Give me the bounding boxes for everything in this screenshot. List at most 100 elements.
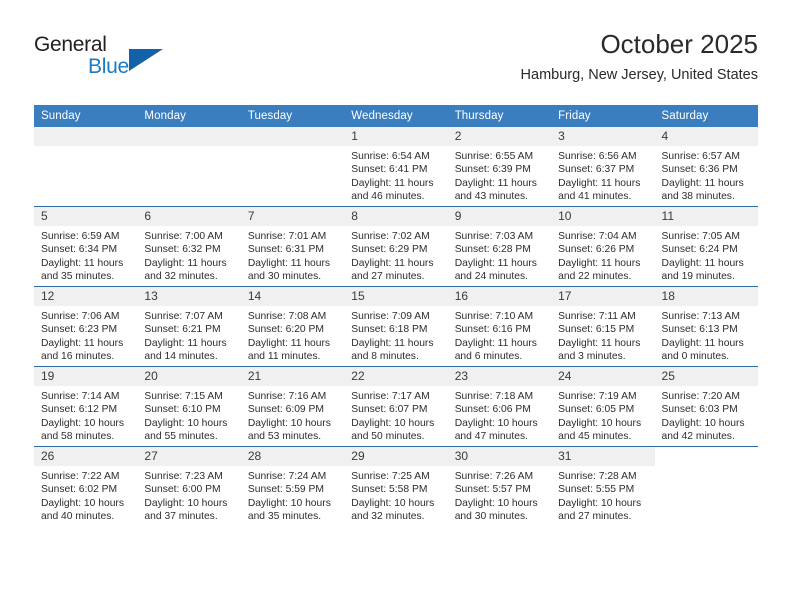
day-details: Sunrise: 6:59 AM Sunset: 6:34 PM Daylight:… — [34, 226, 137, 283]
sunrise-time: Sunrise: 7:01 AM — [247, 231, 327, 242]
sunset-time: Sunset: 6:05 PM — [558, 404, 635, 416]
calendar-day-cell[interactable]: 3 Sunrise: 6:56 AM Sunset: 6:37 PM Daylight… — [551, 127, 655, 207]
day-number: 11 — [654, 207, 758, 226]
calendar-day-cell[interactable]: 15 Sunrise: 7:09 AM Sunset: 6:18 PM Dayligh… — [344, 286, 448, 367]
calendar-day-cell[interactable]: 10 Sunrise: 7:04 AM Sunset: 6:26 PM Dayligh… — [551, 206, 655, 287]
brand-blue-text: Blue — [88, 55, 129, 78]
calendar-body: 1 Sunrise: 6:54 AM Sunset: 6:41 PM Daylight… — [34, 127, 758, 526]
day-number: 7 — [240, 207, 345, 226]
calendar-day-cell[interactable]: 2 Sunrise: 6:55 AM Sunset: 6:39 PM Daylight… — [447, 127, 552, 207]
sunset-time: Sunset: 6:34 PM — [41, 244, 118, 256]
calendar-day-cell[interactable]: 8 Sunrise: 7:02 AM Sunset: 6:29 PM Daylight… — [344, 206, 448, 287]
sunrise-time: Sunrise: 7:09 AM — [351, 311, 430, 322]
sunset-time: Sunset: 6:24 PM — [661, 244, 738, 256]
calendar-day-cell[interactable]: 9 Sunrise: 7:03 AM Sunset: 6:28 PM Daylight… — [447, 206, 552, 287]
calendar-day-cell[interactable]: 14 Sunrise: 7:08 AM Sunset: 6:20 PM Dayligh… — [240, 286, 345, 367]
calendar-day-cell[interactable]: 1 Sunrise: 6:54 AM Sunset: 6:41 PM Daylight… — [344, 127, 448, 207]
calendar-day-cell[interactable]: 23 Sunrise: 7:18 AM Sunset: 6:06 PM Dayligh… — [447, 366, 552, 447]
calendar-day-cell[interactable]: 28 Sunrise: 7:24 AM Sunset: 5:59 PM Dayligh… — [240, 446, 345, 526]
daylight-duration-line1: Daylight: 10 hours — [454, 417, 538, 429]
sunset-time: Sunset: 6:36 PM — [661, 164, 738, 176]
day-number: 17 — [551, 287, 655, 306]
daylight-duration-line1: Daylight: 11 hours — [247, 337, 331, 349]
calendar-day-cell[interactable]: 25 Sunrise: 7:20 AM Sunset: 6:03 PM Dayligh… — [654, 366, 758, 447]
daylight-duration-line2: and 32 minutes. — [144, 270, 218, 282]
calendar-day-cell[interactable]: 11 Sunrise: 7:05 AM Sunset: 6:24 PM Dayligh… — [654, 206, 758, 287]
sunset-time: Sunset: 6:00 PM — [144, 484, 221, 496]
calendar-day-cell[interactable]: 7 Sunrise: 7:01 AM Sunset: 6:31 PM Daylight… — [240, 206, 345, 287]
daylight-duration-line2: and 50 minutes. — [351, 430, 425, 442]
day-details: Sunrise: 7:26 AM Sunset: 5:57 PM Daylight:… — [448, 466, 551, 523]
calendar-week-row: 26 Sunrise: 7:22 AM Sunset: 6:02 PM Dayligh… — [34, 446, 758, 526]
calendar-day-cell[interactable]: 21 Sunrise: 7:16 AM Sunset: 6:09 PM Dayligh… — [240, 366, 345, 447]
weekday-header-monday: Monday — [137, 105, 241, 127]
calendar-day-cell[interactable]: 20 Sunrise: 7:15 AM Sunset: 6:10 PM Dayligh… — [137, 366, 241, 447]
calendar-day-cell[interactable]: 5 Sunrise: 6:59 AM Sunset: 6:34 PM Daylight… — [34, 206, 138, 287]
calendar-day-cell[interactable]: 27 Sunrise: 7:23 AM Sunset: 6:00 PM Dayligh… — [137, 446, 241, 526]
weekday-header-friday: Friday — [551, 105, 655, 127]
calendar-day-cell[interactable]: 12 Sunrise: 7:06 AM Sunset: 6:23 PM Dayligh… — [34, 286, 138, 367]
sunrise-time: Sunrise: 7:00 AM — [144, 231, 223, 242]
sunset-time: Sunset: 6:31 PM — [247, 244, 324, 256]
day-details: Sunrise: 7:17 AM Sunset: 6:07 PM Daylight:… — [344, 386, 447, 443]
sunset-time: Sunset: 5:59 PM — [247, 484, 324, 496]
daylight-duration-line2: and 38 minutes. — [661, 190, 735, 202]
day-details: Sunrise: 7:20 AM Sunset: 6:03 PM Daylight:… — [655, 386, 758, 443]
sunrise-time: Sunrise: 7:13 AM — [661, 311, 740, 322]
daylight-duration-line2: and 0 minutes. — [661, 350, 730, 362]
day-details: Sunrise: 7:19 AM Sunset: 6:05 PM Daylight:… — [551, 386, 654, 443]
day-number — [240, 127, 345, 146]
calendar-day-cell[interactable]: 6 Sunrise: 7:00 AM Sunset: 6:32 PM Daylight… — [137, 206, 241, 287]
calendar-day-cell[interactable]: 31 Sunrise: 7:28 AM Sunset: 5:55 PM Dayligh… — [551, 446, 655, 526]
daylight-duration-line2: and 8 minutes. — [351, 350, 419, 362]
day-number: 20 — [137, 367, 241, 386]
sunrise-time: Sunrise: 7:26 AM — [454, 471, 534, 482]
daylight-duration-line2: and 32 minutes. — [351, 510, 425, 522]
daylight-duration-line2: and 6 minutes. — [454, 350, 523, 362]
day-details: Sunrise: 7:08 AM Sunset: 6:20 PM Daylight:… — [241, 306, 344, 363]
sunrise-time: Sunrise: 7:18 AM — [454, 391, 534, 402]
calendar-day-cell[interactable]: 17 Sunrise: 7:11 AM Sunset: 6:15 PM Dayligh… — [551, 286, 655, 367]
calendar-day-cell[interactable]: 13 Sunrise: 7:07 AM Sunset: 6:21 PM Dayligh… — [137, 286, 241, 367]
day-details: Sunrise: 7:05 AM Sunset: 6:24 PM Daylight:… — [655, 226, 758, 283]
calendar-day-cell[interactable]: 26 Sunrise: 7:22 AM Sunset: 6:02 PM Dayligh… — [34, 446, 138, 526]
weekday-header-wednesday: Wednesday — [344, 105, 448, 127]
day-number — [655, 447, 758, 466]
sunrise-time: Sunrise: 7:14 AM — [41, 391, 120, 402]
sunrise-time: Sunrise: 7:23 AM — [144, 471, 223, 482]
sunrise-time: Sunrise: 6:56 AM — [558, 151, 637, 162]
sunrise-time: Sunrise: 7:25 AM — [351, 471, 430, 482]
day-number: 30 — [447, 447, 552, 466]
daylight-duration-line1: Daylight: 10 hours — [144, 417, 228, 429]
brand-logo[interactable]: General Blue — [34, 33, 234, 85]
daylight-duration-line2: and 42 minutes. — [661, 430, 735, 442]
sunset-time: Sunset: 6:15 PM — [558, 324, 635, 336]
daylight-duration-line1: Daylight: 11 hours — [41, 257, 124, 269]
calendar-day-cell[interactable]: 4 Sunrise: 6:57 AM Sunset: 6:36 PM Daylight… — [654, 127, 758, 207]
sunset-time: Sunset: 6:02 PM — [41, 484, 118, 496]
sunset-time: Sunset: 6:21 PM — [144, 324, 221, 336]
brand-triangle-icon — [129, 49, 163, 71]
calendar-day-cell[interactable]: 19 Sunrise: 7:14 AM Sunset: 6:12 PM Dayligh… — [34, 366, 138, 447]
calendar-day-cell[interactable]: 24 Sunrise: 7:19 AM Sunset: 6:05 PM Dayligh… — [551, 366, 655, 447]
daylight-duration-line1: Daylight: 10 hours — [144, 497, 228, 509]
day-details: Sunrise: 7:02 AM Sunset: 6:29 PM Daylight:… — [344, 226, 447, 283]
calendar-day-cell[interactable]: 18 Sunrise: 7:13 AM Sunset: 6:13 PM Dayligh… — [654, 286, 758, 367]
day-number: 27 — [137, 447, 241, 466]
page-title: October 2025 — [600, 29, 758, 59]
daylight-duration-line2: and 46 minutes. — [351, 190, 425, 202]
sunset-time: Sunset: 6:12 PM — [41, 404, 118, 416]
sunset-time: Sunset: 6:03 PM — [661, 404, 738, 416]
daylight-duration-line1: Daylight: 10 hours — [351, 497, 435, 509]
calendar-week-row: 5 Sunrise: 6:59 AM Sunset: 6:34 PM Daylight… — [34, 206, 758, 287]
daylight-duration-line2: and 35 minutes. — [41, 270, 115, 282]
daylight-duration-line1: Daylight: 11 hours — [351, 337, 434, 349]
calendar-day-cell[interactable]: 16 Sunrise: 7:10 AM Sunset: 6:16 PM Dayligh… — [447, 286, 552, 367]
calendar-day-cell[interactable]: 29 Sunrise: 7:25 AM Sunset: 5:58 PM Dayligh… — [344, 446, 448, 526]
day-details: Sunrise: 7:03 AM Sunset: 6:28 PM Daylight:… — [448, 226, 551, 283]
day-number: 22 — [344, 367, 448, 386]
calendar-day-cell[interactable]: 22 Sunrise: 7:17 AM Sunset: 6:07 PM Dayligh… — [344, 366, 448, 447]
day-number: 13 — [137, 287, 241, 306]
sunset-time: Sunset: 6:06 PM — [454, 404, 531, 416]
calendar-day-cell[interactable]: 30 Sunrise: 7:26 AM Sunset: 5:57 PM Dayligh… — [447, 446, 552, 526]
